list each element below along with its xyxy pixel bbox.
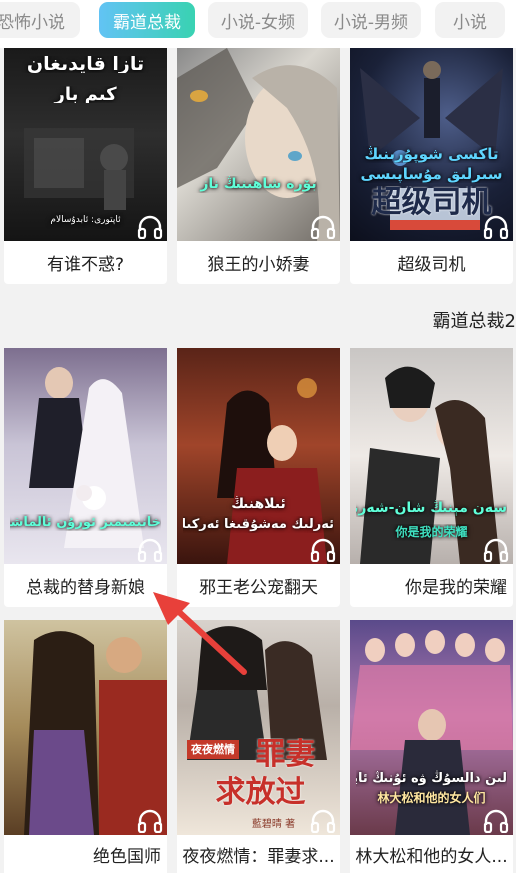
- section-title: 霸道总裁2: [432, 311, 516, 332]
- category-tab-bar: 恐怖小说 霸道总裁 小说-女频 小说-男频 小说: [0, 0, 516, 48]
- cover-title-line: سىرلىق مۇساپىسى: [360, 166, 503, 183]
- book-cover[interactable]: خانىمىمىز ئورۇن ئالماشتۇرۇش: [4, 348, 167, 564]
- headphone-icon: [483, 809, 509, 833]
- headphone-icon: [483, 215, 509, 239]
- book-card[interactable]: خانىمىمىز ئورۇن ئالماشتۇرۇش 总裁的替身新娘: [4, 348, 167, 607]
- headphone-icon: [137, 809, 163, 833]
- book-title[interactable]: 邪王老公宠翻天: [177, 564, 340, 607]
- cover-title-line: تازا قايدىغان: [26, 56, 145, 73]
- book-card[interactable]: تازا قايدىغان كىم بار ئاپتورى: ئابدۇسالا…: [4, 48, 167, 284]
- book-cover[interactable]: ئىلاھنىڭ ئەرلىك مەشۇقىغا ئەركىلىشى: [177, 348, 340, 564]
- cover-title-line: بۆرە شاھىنىڭ ناز: [200, 176, 317, 192]
- tab-horror[interactable]: 恐怖小说: [0, 2, 80, 38]
- book-title[interactable]: 林大松和他的女人...: [350, 835, 513, 873]
- cover-title-line: ئەرلىك مەشۇقىغا ئەركىلىشى: [183, 517, 334, 532]
- tab-female-novel[interactable]: 小说-女频: [208, 2, 308, 38]
- book-cover[interactable]: بۆرە شاھىنىڭ ناز: [177, 48, 340, 241]
- book-title[interactable]: 绝色国师: [4, 835, 167, 873]
- cover-author: 藍碧晴 著: [251, 819, 296, 830]
- headphone-icon: [483, 538, 509, 562]
- cover-art-wedding: [29, 367, 144, 548]
- book-title[interactable]: 超级司机: [350, 241, 513, 284]
- cover-logo-text: 求放过: [215, 776, 306, 810]
- headphone-icon: [137, 538, 163, 562]
- tab-novel[interactable]: 小说: [435, 2, 505, 38]
- book-cover[interactable]: [4, 620, 167, 835]
- book-title[interactable]: 夜夜燃情：罪妻求...: [177, 835, 340, 873]
- book-card[interactable]: بۆرە شاھىنىڭ ناز 狼王的小娇妻: [177, 48, 340, 284]
- book-cover[interactable]: لىن دالسۇڭ ۋە ئۇنىڭ ئاياللىرى 林大松和他的女人们: [350, 620, 513, 835]
- book-cover[interactable]: 夜夜燃情 罪妻 求放过 藍碧晴 著: [177, 620, 340, 835]
- cover-title-line: 林大松和他的女人们: [377, 791, 486, 805]
- cover-logo-text: 罪妻: [255, 738, 316, 772]
- headphone-icon: [310, 215, 336, 239]
- book-card[interactable]: 夜夜燃情 罪妻 求放过 藍碧晴 著 夜夜燃情：罪妻求...: [177, 620, 340, 873]
- cover-art-wolf-girl: [177, 48, 340, 241]
- cover-title-line: سەن مېنىڭ شان-شەرىپىم: [356, 500, 507, 516]
- book-card[interactable]: لىن دالسۇڭ ۋە ئۇنىڭ ئاياللىرى 林大松和他的女人们 …: [350, 620, 513, 873]
- cover-title-line: تاكسى شوپۇرىنىڭ: [364, 146, 499, 163]
- cover-art-monk: [24, 631, 167, 835]
- cover-title-line: ئىلاھنىڭ: [231, 496, 286, 512]
- cover-title-line: كىم بار: [54, 86, 117, 103]
- tab-ceo[interactable]: 霸道总裁: [99, 2, 195, 38]
- book-title[interactable]: 狼王的小娇妻: [177, 241, 340, 284]
- headphone-icon: [310, 538, 336, 562]
- book-cover[interactable]: تازا قايدىغان كىم بار ئاپتورى: ئابدۇسالا…: [4, 48, 167, 241]
- cover-title-line: خانىمىمىز ئورۇن ئالماشتۇرۇش: [10, 515, 161, 530]
- tab-male-novel[interactable]: 小说-男频: [321, 2, 421, 38]
- book-card[interactable]: سەن مېنىڭ شان-شەرىپىم 你是我的荣耀 你是我的荣耀: [350, 348, 513, 607]
- book-title[interactable]: 你是我的荣耀: [350, 564, 513, 607]
- book-title[interactable]: 总裁的替身新娘: [4, 564, 167, 607]
- cover-series-tag: 夜夜燃情: [187, 740, 239, 759]
- book-cover[interactable]: تاكسى شوپۇرىنىڭ سىرلىق مۇساپىسى 超级司机: [350, 48, 513, 241]
- headphone-icon: [310, 809, 336, 833]
- cover-title-line: لىن دالسۇڭ ۋە ئۇنىڭ ئاياللىرى: [356, 771, 507, 786]
- book-card[interactable]: ئىلاھنىڭ ئەرلىك مەشۇقىغا ئەركىلىشى 邪王老公宠…: [177, 348, 340, 607]
- book-card[interactable]: تاكسى شوپۇرىنىڭ سىرلىق مۇساپىسى 超级司机 超级司…: [350, 48, 513, 284]
- headphone-icon: [137, 215, 163, 239]
- book-cover[interactable]: سەن مېنىڭ شان-شەرىپىم 你是我的荣耀: [350, 348, 513, 564]
- book-title[interactable]: 有谁不惑?: [4, 241, 167, 284]
- book-card[interactable]: 绝色国师: [4, 620, 167, 873]
